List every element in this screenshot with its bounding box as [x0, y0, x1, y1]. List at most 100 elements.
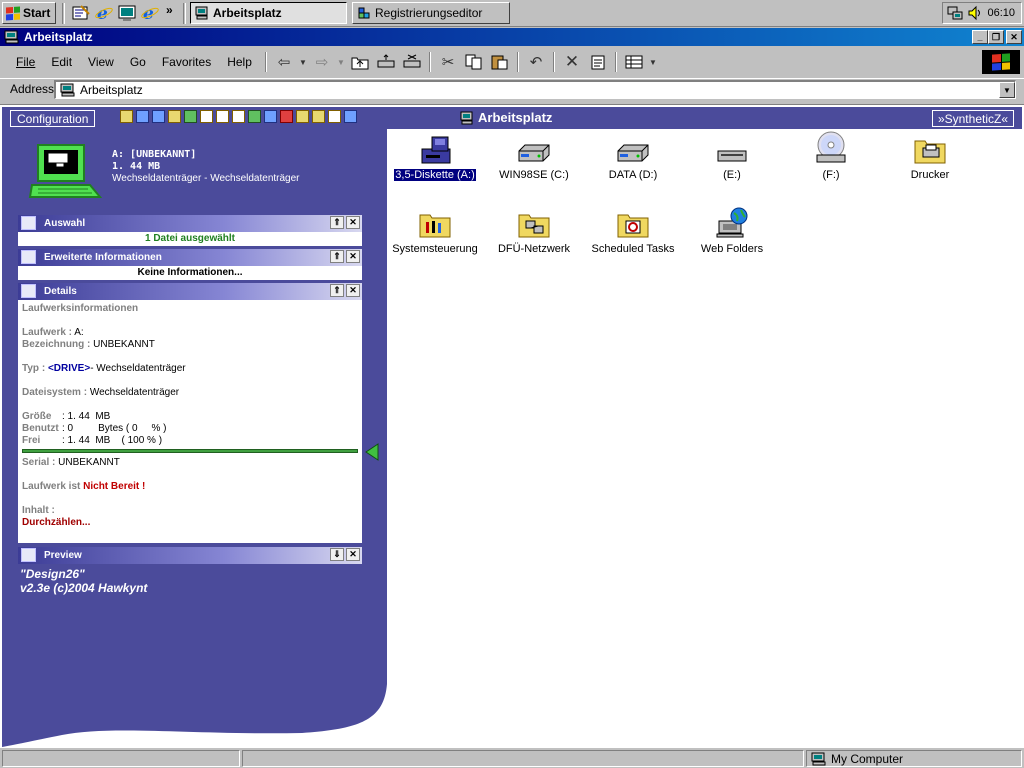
task-registrierungseditor[interactable]: Registrierungseditor — [352, 2, 510, 24]
properties-icon[interactable] — [586, 51, 610, 73]
up-icon[interactable] — [168, 110, 181, 123]
close-icon[interactable]: ✕ — [346, 548, 360, 561]
start-button[interactable]: Start — [2, 2, 56, 24]
volume-icon[interactable] — [968, 5, 982, 21]
floppy-drive-icon — [421, 136, 451, 164]
filesystem-value: Wechseldatenträger — [89, 387, 180, 398]
dialup-network-folder[interactable]: DFÜ-Netzwerk — [486, 205, 582, 255]
printers-folder[interactable]: Drucker — [882, 131, 978, 181]
section-erweitert-header[interactable]: Erweiterte Informationen ⇑ ✕ — [18, 249, 362, 266]
disconnect-drive-icon[interactable] — [400, 51, 424, 73]
paste-icon[interactable] — [488, 51, 512, 73]
close-button[interactable]: ✕ — [1006, 30, 1022, 44]
preview-icon — [21, 548, 36, 562]
window-titlebar: Arbeitsplatz _ ❐ ✕ — [0, 28, 1024, 46]
drive-a-floppy[interactable]: 3,5-Diskette (A:) — [387, 131, 483, 182]
drive-f-cdrom[interactable]: (F:) — [783, 131, 879, 181]
map-drive-icon[interactable] — [374, 51, 398, 73]
menu-edit[interactable]: Edit — [43, 53, 80, 71]
address-bar: Address Arbeitsplatz ▼ — [0, 78, 1024, 100]
drive-name: A: [UNBEKANNT] — [112, 149, 197, 160]
drive-d-data[interactable]: DATA (D:) — [585, 131, 681, 181]
toolbar-separator — [517, 52, 519, 72]
menu-toolbar-row: File Edit View Go Favorites Help ⇦ ▼ ⇨ ▼… — [0, 48, 1024, 76]
back-icon[interactable]: ⇦ — [272, 51, 296, 73]
removable-drive-icon — [717, 150, 747, 162]
drive-e[interactable]: (E:) — [684, 131, 780, 181]
up-folder-icon[interactable] — [348, 51, 372, 73]
close-icon[interactable]: ✕ — [346, 250, 360, 263]
refresh-icon[interactable] — [184, 110, 197, 123]
collapse-icon[interactable]: ⇑ — [330, 216, 344, 229]
forward-dropdown-icon[interactable]: ▼ — [336, 51, 346, 73]
copy-icon[interactable] — [462, 51, 486, 73]
minimize-button[interactable]: _ — [972, 30, 988, 44]
address-label: Address — [10, 82, 55, 96]
configuration-button[interactable]: Configuration — [10, 110, 96, 127]
properties-icon[interactable] — [328, 110, 341, 123]
enumerate-link[interactable]: Durchzählen... — [22, 517, 358, 529]
scheduled-tasks-folder[interactable]: Scheduled Tasks — [585, 205, 681, 255]
section-details-body: Laufwerksinformationen Laufwerk : A: Bez… — [18, 300, 362, 543]
close-icon[interactable]: ✕ — [346, 216, 360, 229]
collapse-panel-arrow-icon[interactable] — [364, 443, 380, 461]
close-icon[interactable]: ✕ — [346, 284, 360, 297]
internet-explorer-icon[interactable]: e — [95, 4, 113, 24]
contents-label: Inhalt : — [22, 505, 55, 516]
views-dropdown-icon[interactable]: ▼ — [648, 51, 658, 73]
drive-c-win98se[interactable]: WIN98SE (C:) — [486, 131, 582, 181]
drive-type-tag: <DRIVE> — [47, 363, 91, 374]
new-folder-icon[interactable] — [296, 110, 309, 123]
skin-button[interactable]: »SyntheticZ« — [931, 110, 1014, 127]
undo-icon[interactable] — [264, 110, 277, 123]
menu-file[interactable]: File — [8, 53, 43, 71]
address-input[interactable]: Arbeitsplatz ▼ — [54, 80, 1016, 99]
serial-value: UNBEKANNT — [58, 457, 120, 468]
menu-go[interactable]: Go — [122, 53, 154, 71]
collapse-icon[interactable]: ⇑ — [330, 284, 344, 297]
forward-icon[interactable]: ⇨ — [310, 51, 334, 73]
control-panel-folder[interactable]: Systemsteuerung — [387, 205, 483, 255]
quicklaunch-more-chevron[interactable]: » — [166, 3, 184, 21]
undo-icon[interactable]: ↶ — [524, 51, 548, 73]
open-folder-icon[interactable] — [120, 110, 133, 123]
delete-icon[interactable]: ✕ — [560, 51, 584, 73]
web-folders[interactable]: Web Folders — [684, 205, 780, 255]
views-icon[interactable] — [622, 51, 646, 73]
copy-to-icon[interactable] — [200, 110, 213, 123]
toolbar-separator — [553, 52, 555, 72]
menu-favorites[interactable]: Favorites — [154, 53, 219, 71]
computer-icon — [460, 111, 473, 124]
task-arbeitsplatz[interactable]: Arbeitsplatz — [190, 2, 347, 24]
menu-help[interactable]: Help — [219, 53, 260, 71]
expand-icon[interactable]: ⇓ — [330, 548, 344, 561]
collapse-icon[interactable]: ⇑ — [330, 250, 344, 263]
back-dropdown-icon[interactable]: ▼ — [298, 51, 308, 73]
paste-icon[interactable] — [232, 110, 245, 123]
quicklaunch-separator — [62, 3, 65, 24]
favorites-icon[interactable] — [312, 110, 325, 123]
status-cell-size — [242, 750, 804, 767]
control-panel-icon — [419, 214, 451, 238]
section-details-header[interactable]: Details ⇑ ✕ — [18, 283, 362, 300]
drive-summary: A: [UNBEKANNT] 1. 44 MB Wechseldatenträg… — [112, 149, 300, 185]
magnifier-icon — [21, 250, 36, 264]
outlook-express-icon[interactable] — [72, 4, 90, 22]
network-icon[interactable] — [947, 5, 963, 21]
address-dropdown-button[interactable]: ▼ — [999, 82, 1015, 98]
restore-button[interactable]: ❐ — [988, 30, 1004, 44]
show-desktop-icon[interactable] — [118, 4, 136, 22]
menu-view[interactable]: View — [80, 53, 122, 71]
back-arrow-icon[interactable] — [152, 110, 165, 123]
ie-channels-icon[interactable]: e — [141, 4, 159, 24]
cut-icon[interactable] — [216, 110, 229, 123]
delete-icon[interactable] — [280, 110, 293, 123]
section-auswahl-header[interactable]: Auswahl ⇑ ✕ — [18, 215, 362, 232]
printer-folder-icon — [914, 140, 946, 164]
views-icon[interactable] — [344, 110, 357, 123]
selection-count: 1 Datei ausgewählt — [144, 233, 236, 244]
move-to-icon[interactable] — [248, 110, 261, 123]
cut-icon[interactable]: ✂ — [436, 51, 460, 73]
section-preview-header[interactable]: Preview ⇓ ✕ — [18, 547, 362, 564]
explorer-icon[interactable] — [136, 110, 149, 123]
